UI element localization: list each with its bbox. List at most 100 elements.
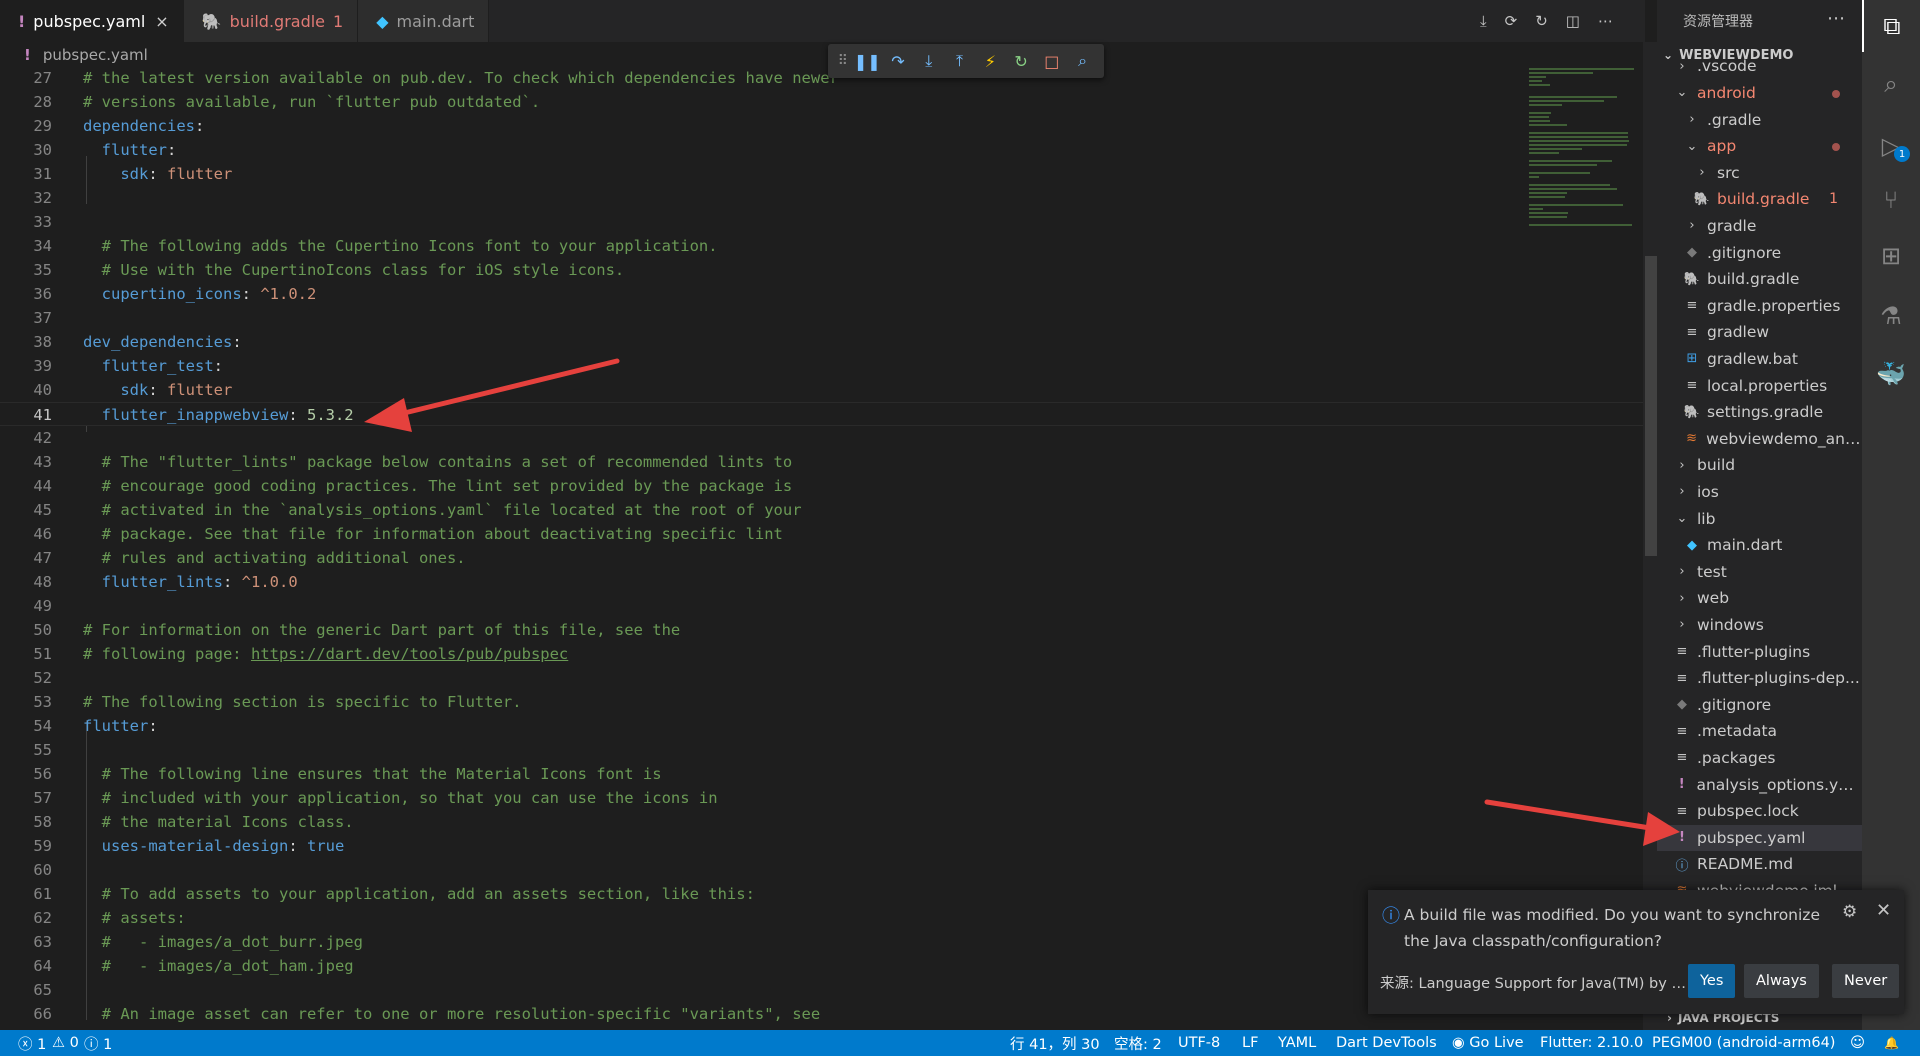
tree-item[interactable]: ≋ webviewdemo_and...: [1657, 426, 1862, 452]
tree-item[interactable]: 🐘 settings.gradle: [1657, 399, 1862, 425]
tree-item[interactable]: › web: [1657, 585, 1862, 611]
tree-item[interactable]: ⓘ README.md: [1657, 851, 1862, 877]
run-debug-icon[interactable]: ▷ 1: [1862, 120, 1920, 172]
tree-item[interactable]: › build: [1657, 452, 1862, 478]
tree-item[interactable]: ≡ .packages: [1657, 745, 1862, 771]
tree-item[interactable]: 🐘 build.gradle: [1657, 266, 1862, 292]
code-line[interactable]: 54 flutter:: [0, 714, 1645, 738]
code-line[interactable]: 52: [0, 666, 1645, 690]
errors-status[interactable]: ⓧ 1: [18, 1030, 46, 1056]
close-icon[interactable]: ×: [155, 12, 168, 31]
never-button[interactable]: Never: [1832, 964, 1900, 998]
tree-item[interactable]: ⌄ android: [1657, 80, 1862, 106]
drag-handle-icon[interactable]: ⠿: [834, 53, 852, 69]
extensions-icon[interactable]: ⊞: [1862, 230, 1920, 282]
cursor-position[interactable]: 行 41，列 30: [1010, 1030, 1100, 1056]
tree-item[interactable]: ! pubspec.yaml: [1657, 824, 1862, 851]
code-token[interactable]: https://dart.dev/tools/pub/pubspec: [251, 645, 568, 663]
code-line[interactable]: 51 # following page: https://dart.dev/too…: [0, 642, 1645, 666]
code-line[interactable]: 58 # the material Icons class.: [0, 810, 1645, 834]
code-line[interactable]: 49: [0, 594, 1645, 618]
tree-item[interactable]: › .vscode: [1657, 53, 1862, 79]
stop-button[interactable]: □: [1036, 52, 1067, 71]
code-line[interactable]: 43 # The "flutter_lints" package below c…: [0, 450, 1645, 474]
code-line[interactable]: 31 sdk: flutter: [0, 162, 1645, 186]
infos-status[interactable]: ⓘ 1: [84, 1030, 112, 1056]
inspect-widget-button[interactable]: ⌕: [1067, 51, 1098, 71]
gear-icon[interactable]: ⚙: [1842, 902, 1857, 922]
code-line[interactable]: 27 # the latest version available on pub.…: [0, 68, 1645, 90]
go-live-button[interactable]: ◉ Go Live: [1452, 1030, 1524, 1056]
warnings-status[interactable]: ⚠ 0: [52, 1030, 79, 1056]
code-line[interactable]: 28 # versions available, run `flutter pub…: [0, 90, 1645, 114]
code-line[interactable]: 57 # included with your application, so …: [0, 786, 1645, 810]
tree-item[interactable]: ◆ .gitignore: [1657, 240, 1862, 266]
tab-build-gradle[interactable]: 🐘 build.gradle 1: [183, 0, 359, 42]
code-line[interactable]: 53 # The following section is specific to…: [0, 690, 1645, 714]
code-line[interactable]: 59 uses-material-design: true: [0, 834, 1645, 858]
tree-item[interactable]: › gradle: [1657, 213, 1862, 239]
code-line[interactable]: 42: [0, 426, 1645, 450]
code-line[interactable]: 50 # For information on the generic Dart …: [0, 618, 1645, 642]
refresh-icon[interactable]: ↻: [1535, 12, 1548, 30]
tree-item[interactable]: ≡ pubspec.lock: [1657, 798, 1862, 824]
tree-item[interactable]: ≡ local.properties: [1657, 373, 1862, 399]
sync-icon[interactable]: ⟳: [1505, 12, 1518, 30]
code-line[interactable]: 46 # package. See that file for informat…: [0, 522, 1645, 546]
tree-item[interactable]: ≡ gradlew: [1657, 319, 1862, 345]
split-editor-icon[interactable]: ◫: [1566, 12, 1580, 30]
code-line[interactable]: 41 flutter_inappwebview: 5.3.2: [0, 402, 1645, 426]
tree-item[interactable]: ◆ main.dart: [1657, 532, 1862, 558]
code-line[interactable]: 34 # The following adds the Cupertino Ic…: [0, 234, 1645, 258]
more-actions-icon[interactable]: ⋯: [1827, 8, 1846, 29]
code-line[interactable]: 40 sdk: flutter: [0, 378, 1645, 402]
testing-icon[interactable]: ⚗: [1862, 290, 1920, 342]
pause-button[interactable]: ❚❚: [852, 52, 883, 71]
code-line[interactable]: 38 dev_dependencies:: [0, 330, 1645, 354]
tree-item[interactable]: ≡ gradle.properties: [1657, 293, 1862, 319]
code-line[interactable]: 37: [0, 306, 1645, 330]
more-actions-icon[interactable]: ⋯: [1598, 12, 1613, 30]
scrollbar-thumb[interactable]: [1645, 256, 1657, 556]
tree-item[interactable]: ⌄ app: [1657, 133, 1862, 159]
minimap[interactable]: [1525, 68, 1643, 248]
code-line[interactable]: 55: [0, 738, 1645, 762]
tree-item[interactable]: › windows: [1657, 612, 1862, 638]
download-icon[interactable]: ⤓: [1480, 12, 1487, 30]
breadcrumb-file[interactable]: pubspec.yaml: [43, 46, 148, 64]
indentation-status[interactable]: 空格: 2: [1114, 1030, 1162, 1056]
hot-reload-button[interactable]: ⚡: [975, 52, 1006, 71]
code-line[interactable]: 36 cupertino_icons: ^1.0.2: [0, 282, 1645, 306]
code-line[interactable]: 56 # The following line ensures that the…: [0, 762, 1645, 786]
device-selector[interactable]: PEGM00 (android-arm64): [1652, 1030, 1835, 1056]
tree-item[interactable]: ≡ .metadata: [1657, 718, 1862, 744]
code-line[interactable]: 48 flutter_lints: ^1.0.0: [0, 570, 1645, 594]
code-line[interactable]: 47 # rules and activating additional one…: [0, 546, 1645, 570]
code-line[interactable]: 44 # encourage good coding practices. Th…: [0, 474, 1645, 498]
tree-item[interactable]: ⌄ lib: [1657, 506, 1862, 532]
source-control-icon[interactable]: ⑂: [1862, 174, 1920, 226]
step-into-button[interactable]: ⤓: [913, 51, 944, 71]
search-icon[interactable]: ⌕: [1862, 58, 1920, 110]
close-icon[interactable]: ✕: [1876, 900, 1891, 921]
code-line[interactable]: 35 # Use with the CupertinoIcons class f…: [0, 258, 1645, 282]
code-line[interactable]: 29 dependencies:: [0, 114, 1645, 138]
bell-icon[interactable]: 🔔: [1884, 1030, 1899, 1056]
step-out-button[interactable]: ⤒: [944, 51, 975, 71]
feedback-icon[interactable]: ☺: [1850, 1030, 1865, 1056]
flutter-version[interactable]: Flutter: 2.10.0: [1540, 1030, 1643, 1056]
docker-icon[interactable]: 🐳: [1862, 348, 1920, 400]
code-editor[interactable]: 27 # the latest version available on pub.…: [0, 68, 1645, 1028]
step-over-button[interactable]: ↷: [883, 52, 914, 71]
tree-item[interactable]: ◆ .gitignore: [1657, 692, 1862, 718]
tree-item[interactable]: › src: [1657, 160, 1862, 186]
tree-item[interactable]: › .gradle: [1657, 107, 1862, 133]
explorer-icon[interactable]: ⧉: [1862, 0, 1920, 52]
tree-item[interactable]: ≡ .flutter-plugins-dep...: [1657, 665, 1862, 691]
language-mode[interactable]: YAML: [1278, 1030, 1316, 1056]
code-line[interactable]: 33: [0, 210, 1645, 234]
code-line[interactable]: 60: [0, 858, 1645, 882]
tab-main-dart[interactable]: ◆ main.dart: [358, 0, 490, 42]
tree-item[interactable]: ⊞ gradlew.bat: [1657, 346, 1862, 372]
dart-devtools-button[interactable]: Dart DevTools: [1336, 1030, 1437, 1056]
